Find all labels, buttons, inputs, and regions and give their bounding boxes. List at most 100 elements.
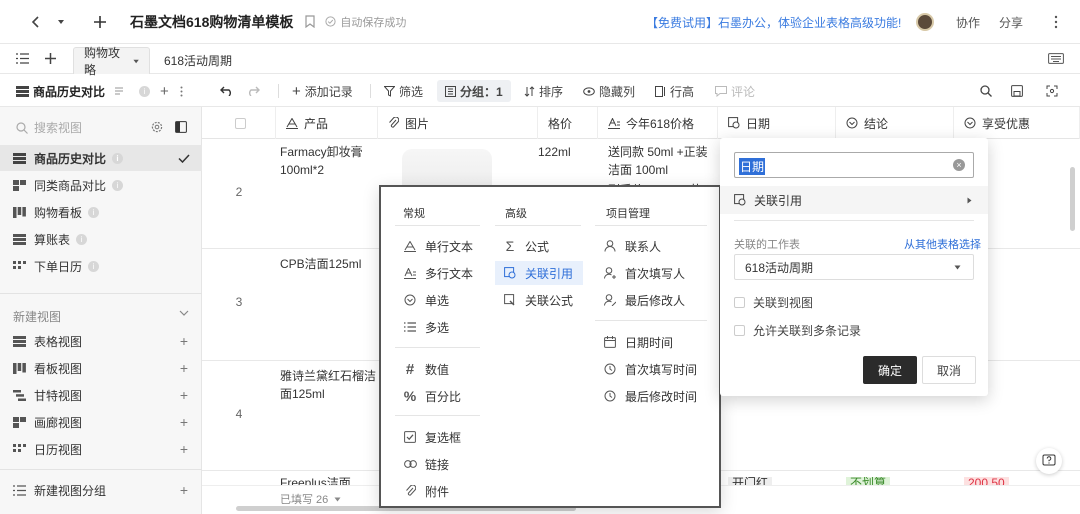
field-type-created-by[interactable]: 首次填写人	[595, 261, 711, 285]
column-header-conclusion[interactable]: 结论	[836, 107, 954, 139]
free-trial-link[interactable]: 【免费试用】石墨办公，体验企业表格高级功能!	[646, 14, 901, 31]
filled-count[interactable]: 已填写 26	[280, 491, 341, 507]
field-type-link-reference[interactable]: 关联引用	[495, 261, 583, 285]
more-menu-button[interactable]	[1044, 8, 1068, 36]
clock-icon	[603, 390, 617, 402]
add-sheet-icon[interactable]	[44, 52, 57, 65]
row-height-button[interactable]: 行高	[655, 80, 694, 102]
table-view-icon	[16, 85, 29, 97]
column-header-618-price[interactable]: 今年618价格	[598, 107, 718, 139]
field-type-number[interactable]: # 数值	[395, 357, 483, 381]
current-view-selector[interactable]: 商品历史对比	[16, 80, 105, 102]
new-view-table[interactable]: 表格视图 +	[0, 328, 202, 354]
new-view-kanban[interactable]: 看板视图 +	[0, 355, 202, 381]
kanban-view-icon	[13, 206, 26, 218]
field-type-attachment[interactable]: 附件	[395, 479, 483, 503]
back-button[interactable]	[20, 8, 52, 36]
plus-icon[interactable]: +	[180, 482, 188, 498]
plus-icon[interactable]: +	[180, 333, 188, 349]
choose-other-sheet-link[interactable]: 从其他表格选择	[904, 236, 981, 252]
sidebar-item-view-board[interactable]: 购物看板 i	[0, 199, 202, 225]
allow-multi-records-checkbox[interactable]: 允许关联到多条记录	[734, 322, 861, 339]
sidebar-item-view-history[interactable]: 商品历史对比 i	[0, 145, 202, 171]
view-info-icon[interactable]: i	[133, 80, 150, 102]
sidebar-item-view-calendar[interactable]: 下单日历 i	[0, 253, 202, 279]
field-type-single-select[interactable]: 单选	[395, 288, 483, 312]
undo-icon[interactable]	[220, 80, 234, 102]
field-type-datetime[interactable]: 日期时间	[595, 330, 711, 354]
field-type-menu: 常规 高级 项目管理 单行文本 多行文本 单选 多选 # 数值 % 百分比 复选…	[379, 185, 721, 508]
share-button[interactable]: 分享	[992, 8, 1030, 36]
new-button[interactable]	[84, 8, 116, 36]
tab-618-period[interactable]: 618活动周期	[154, 47, 242, 74]
field-type-modified-by[interactable]: 最后修改人	[595, 288, 711, 312]
linked-sheet-select[interactable]: 618活动周期	[734, 254, 974, 280]
collaborate-button[interactable]: 协作	[950, 8, 986, 36]
field-type-selector[interactable]: 关联引用	[720, 186, 988, 214]
column-header-date[interactable]: 日期	[718, 107, 836, 139]
list-icon	[403, 322, 417, 332]
history-dropdown-button[interactable]	[52, 8, 70, 36]
avatar[interactable]	[916, 13, 934, 31]
link-to-view-checkbox[interactable]: 关联到视图	[734, 294, 813, 311]
view-search-input[interactable]: 搜索视图	[16, 119, 82, 136]
column-header-product[interactable]: 产品	[276, 107, 378, 139]
comment-icon	[715, 85, 727, 97]
column-header-image[interactable]: 图片	[378, 107, 538, 139]
tab-shopping-guide[interactable]: 购物攻略	[73, 46, 150, 77]
vertical-scrollbar[interactable]	[1070, 167, 1075, 231]
group-button[interactable]: 分组：1	[437, 80, 511, 102]
redo-icon[interactable]	[246, 80, 260, 102]
column-header-discount[interactable]: 享受优惠	[954, 107, 1080, 139]
keyboard-icon[interactable]	[1048, 53, 1064, 64]
field-type-formula[interactable]: Σ 公式	[495, 234, 583, 258]
clear-icon[interactable]: ×	[953, 159, 965, 171]
select-all-checkbox[interactable]	[202, 107, 276, 139]
link-reference-icon	[503, 267, 517, 279]
field-type-multi-select[interactable]: 多选	[395, 315, 483, 339]
more-view-icon[interactable]	[180, 80, 183, 102]
field-type-checkbox[interactable]: 复选框	[395, 425, 483, 449]
field-config-panel: 日期 × 关联引用 关联的工作表 从其他表格选择 618活动周期 关联到视图 允…	[720, 138, 988, 396]
sort-button[interactable]: 排序	[524, 80, 563, 102]
field-type-percent[interactable]: % 百分比	[395, 384, 483, 408]
add-view-icon[interactable]: +	[160, 80, 169, 102]
field-type-contact[interactable]: 联系人	[595, 234, 711, 258]
plus-icon[interactable]: +	[180, 387, 188, 403]
new-view-calendar[interactable]: 日历视图 +	[0, 436, 202, 462]
view-settings-icon[interactable]	[114, 80, 124, 102]
comment-button[interactable]: 评论	[715, 80, 755, 102]
plus-icon[interactable]: +	[180, 360, 188, 376]
field-type-modified-time[interactable]: 最后修改时间	[595, 384, 711, 408]
field-type-created-time[interactable]: 首次填写时间	[595, 357, 711, 381]
save-icon[interactable]	[1011, 80, 1023, 102]
field-name-input[interactable]: 日期 ×	[734, 152, 974, 178]
search-icon[interactable]	[980, 80, 992, 102]
cancel-button[interactable]: 取消	[922, 356, 976, 384]
gear-icon[interactable]	[151, 121, 163, 133]
field-type-link-formula[interactable]: 关联公式	[495, 288, 583, 312]
help-button[interactable]	[1036, 448, 1062, 474]
filter-button[interactable]: 筛选	[384, 80, 423, 102]
sheet-list-icon[interactable]	[16, 53, 29, 64]
plus-icon[interactable]: +	[180, 414, 188, 430]
sheet-tab-bar: 购物攻略 618活动周期	[0, 44, 1080, 77]
hide-columns-button[interactable]: 隐藏列	[583, 80, 635, 102]
new-view-gantt[interactable]: 甘特视图 +	[0, 382, 202, 408]
new-view-gallery[interactable]: 画廊视图 +	[0, 409, 202, 435]
column-header-price[interactable]: 格价	[538, 107, 598, 139]
fullscreen-icon[interactable]	[1046, 80, 1058, 102]
sidebar-item-view-compare[interactable]: 同类商品对比 i	[0, 172, 202, 198]
document-title[interactable]: 石墨文档618购物清单模板	[130, 12, 293, 32]
chevron-down-icon[interactable]	[179, 310, 189, 316]
add-record-button[interactable]: + 添加记录	[292, 80, 353, 102]
plus-icon[interactable]: +	[180, 441, 188, 457]
field-type-multi-text[interactable]: 多行文本	[395, 261, 483, 285]
confirm-button[interactable]: 确定	[863, 356, 917, 384]
field-type-link[interactable]: 链接	[395, 452, 483, 476]
new-view-group-button[interactable]: 新建视图分组 +	[0, 477, 202, 503]
bookmark-icon[interactable]	[305, 15, 315, 28]
collapse-sidebar-icon[interactable]	[175, 121, 187, 133]
field-type-single-text[interactable]: 单行文本	[395, 234, 483, 258]
sidebar-item-view-accounts[interactable]: 算账表 i	[0, 226, 202, 252]
